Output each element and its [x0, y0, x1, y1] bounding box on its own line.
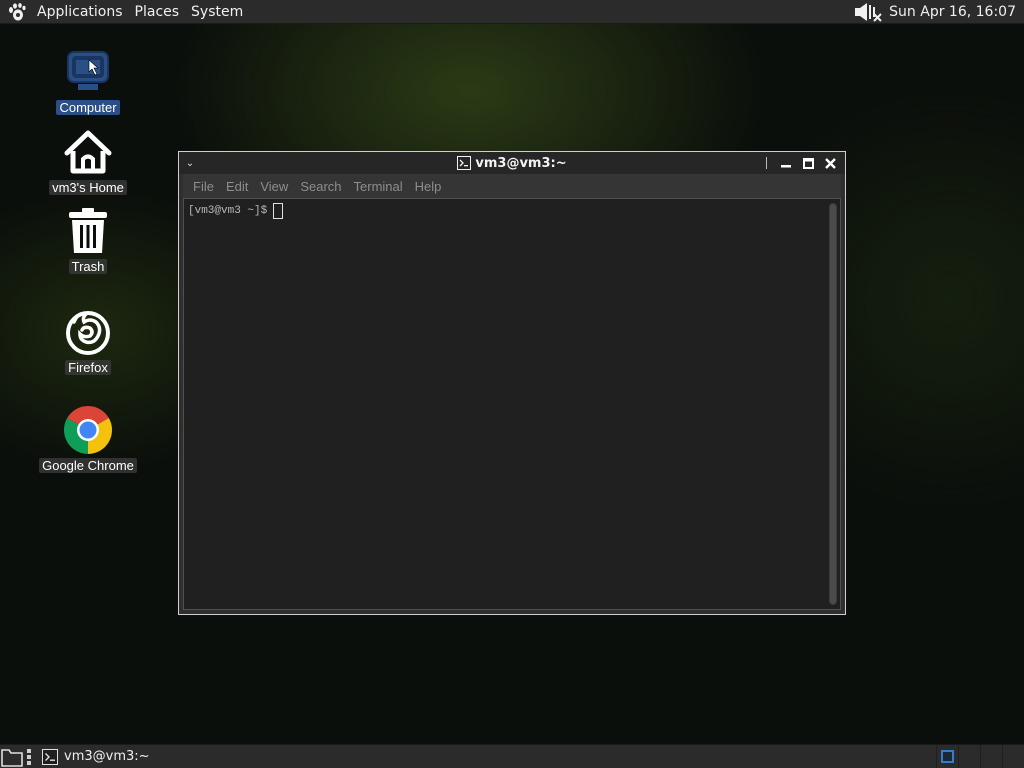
places-menu[interactable]: Places: [129, 0, 186, 24]
scrollbar-thumb[interactable]: [830, 204, 836, 604]
window-title: vm3@vm3:~: [179, 152, 845, 174]
desktop-icon-label: Firefox: [65, 360, 111, 375]
folder-icon: [1, 748, 23, 767]
maximize-button[interactable]: [799, 154, 817, 172]
desktop-icon-label: Trash: [68, 259, 108, 274]
window-menu-chevron-down-icon[interactable]: ⌄: [179, 152, 201, 174]
terminal-prompt-line: [vm3@vm3 ~]$: [188, 203, 284, 219]
computer-icon: [62, 46, 114, 98]
menu-view[interactable]: View: [254, 179, 294, 194]
desktop-icon-home[interactable]: vm3's Home: [28, 126, 148, 195]
text-cursor: [273, 203, 284, 219]
menu-search[interactable]: Search: [294, 179, 347, 194]
terminal-menubar: File Edit View Search Terminal Help: [183, 174, 841, 198]
desktop-icon-label: Google Chrome: [39, 458, 137, 473]
applications-menu[interactable]: Applications: [31, 0, 129, 24]
desktop-icon-label: Computer: [56, 100, 120, 115]
window-title-text: vm3@vm3:~: [475, 155, 567, 171]
volume-muted-icon[interactable]: [853, 1, 883, 23]
workspace-switcher: [936, 744, 1024, 768]
clock[interactable]: Sun Apr 16, 16:07: [883, 4, 1020, 20]
gnome-foot-icon[interactable]: [7, 1, 29, 23]
taskbar-terminal-label: vm3@vm3:~: [64, 749, 150, 764]
minimize-button[interactable]: [777, 154, 795, 172]
top-panel: Applications Places System Sun Apr 16, 1…: [0, 0, 1024, 24]
close-button[interactable]: [821, 154, 839, 172]
desktop-icon-trash[interactable]: Trash: [28, 205, 148, 274]
terminal-icon: [457, 156, 472, 170]
desktop-icon-chrome[interactable]: Google Chrome: [28, 404, 148, 473]
taskbar-terminal-button[interactable]: vm3@vm3:~: [36, 745, 156, 768]
workspace-1[interactable]: [936, 744, 958, 768]
panel-grip-handle[interactable]: [27, 748, 33, 765]
top-menu: Applications Places System: [0, 0, 249, 24]
desktop-icon-computer[interactable]: Computer: [28, 46, 148, 115]
menu-terminal[interactable]: Terminal: [348, 179, 409, 194]
menu-edit[interactable]: Edit: [220, 179, 254, 194]
window-controls: [766, 152, 845, 174]
shell-prompt: [vm3@vm3 ~]$: [188, 205, 268, 217]
title-separator: [766, 157, 767, 169]
top-panel-tray: Sun Apr 16, 16:07: [853, 0, 1024, 24]
home-icon: [62, 126, 114, 178]
terminal-scrollbar[interactable]: [829, 203, 837, 605]
menu-help[interactable]: Help: [409, 179, 448, 194]
desktop-icon-firefox[interactable]: Firefox: [28, 306, 148, 375]
show-desktop-button[interactable]: [0, 745, 24, 768]
terminal-window: ⌄ vm3@vm3:~ File Edit View Search Termin…: [178, 151, 846, 615]
firefox-icon: [62, 306, 114, 358]
terminal-output-area[interactable]: [vm3@vm3 ~]$: [183, 198, 841, 610]
desktop-icon-label: vm3's Home: [49, 180, 127, 195]
system-menu[interactable]: System: [185, 0, 249, 24]
bottom-panel: vm3@vm3:~: [0, 744, 1024, 768]
menu-file[interactable]: File: [187, 179, 220, 194]
chrome-icon: [62, 404, 114, 456]
workspace-4[interactable]: [1002, 744, 1024, 768]
workspace-3[interactable]: [980, 744, 1002, 768]
window-titlebar[interactable]: ⌄ vm3@vm3:~: [179, 152, 845, 174]
trash-icon: [62, 205, 114, 257]
workspace-2[interactable]: [958, 744, 980, 768]
terminal-icon: [42, 748, 58, 765]
